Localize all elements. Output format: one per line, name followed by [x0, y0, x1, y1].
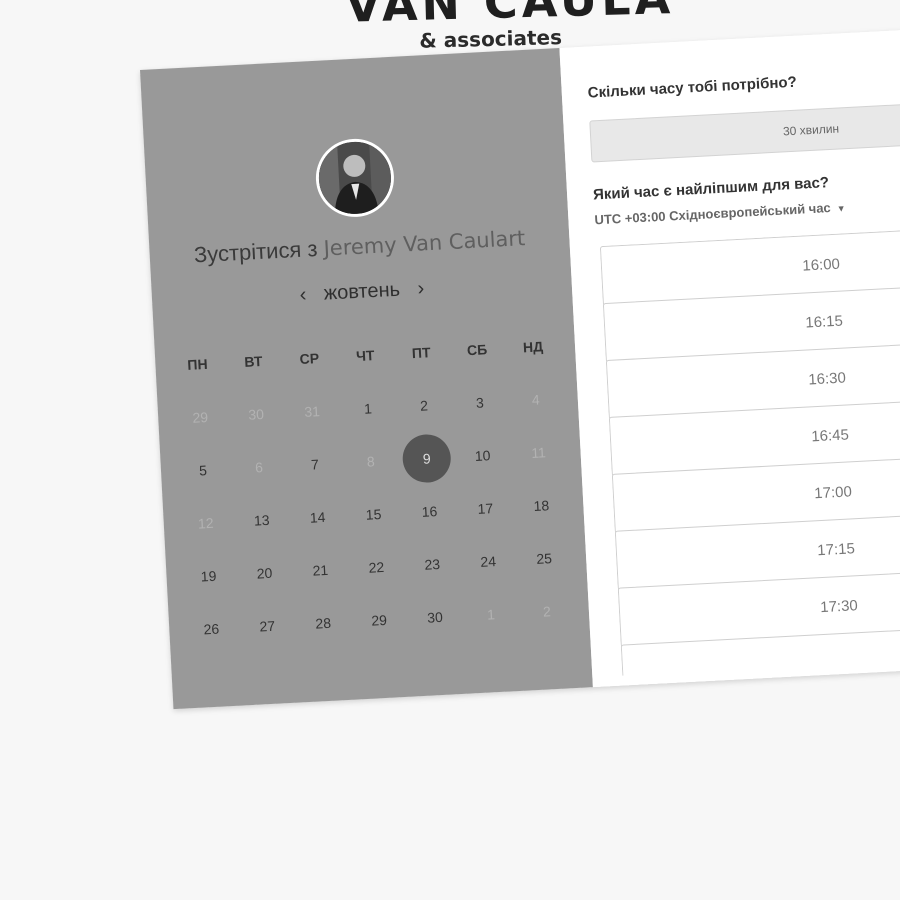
caret-down-icon: ▼: [836, 202, 846, 214]
time-slot-list: 16:00 16:15 16:30 16:45 17:00 17:15 17:3…: [599, 223, 900, 676]
calendar-day-number: 2: [542, 602, 552, 620]
calendar-day-number: 17: [477, 499, 494, 517]
calendar-day-number: 1: [486, 605, 496, 623]
duration-question: Скільки часу тобі потрібно?: [587, 73, 798, 102]
calendar-day[interactable]: 18: [513, 496, 570, 515]
calendar-day-number: 26: [203, 620, 220, 637]
calendar-day-number: 20: [256, 564, 273, 582]
calendar-day: 6: [231, 457, 288, 476]
calendar-day[interactable]: 2: [396, 396, 453, 415]
calendar-day-number: 29: [192, 408, 209, 426]
calendar-day-number: 11: [530, 443, 547, 461]
calendar-day-number: 21: [312, 561, 329, 579]
calendar-day-number: 30: [247, 405, 265, 423]
calendar-day-number: 12: [197, 514, 214, 532]
calendar-day: 2: [518, 601, 575, 620]
month-label: жовтень: [323, 278, 401, 305]
calendar-day-number: 31: [303, 402, 321, 420]
timezone-label: UTC +03:00 Східноєвропейський час: [594, 200, 832, 228]
next-month-button[interactable]: ›: [405, 277, 437, 302]
calendar-day-number: 5: [198, 461, 208, 478]
weekday-label: ПТ: [411, 343, 431, 361]
meet-heading: Зустрітися з Jeremy Van Caulart: [149, 223, 570, 271]
calendar-day-number: 24: [479, 552, 497, 570]
calendar-day-number: 10: [474, 446, 491, 464]
calendar-day-number: 28: [314, 614, 332, 632]
host-name: Jeremy Van Caulart: [323, 226, 526, 261]
calendar-day-number: 30: [426, 608, 444, 626]
calendar-day-number: 18: [533, 496, 550, 514]
booking-card: Зустрітися з Jeremy Van Caulart ‹ жовтен…: [140, 24, 900, 710]
calendar-day-number: 25: [535, 549, 553, 567]
calendar-weeks: 29 30 31 1 2 3 4 5 6 7 8 9 10 11 12 13 14 15 16 17 18 19 20 21 2…: [171, 371, 584, 657]
host-avatar: [313, 136, 396, 219]
calendar-day: 1: [463, 604, 520, 623]
calendar-day[interactable]: 16: [401, 501, 458, 520]
calendar-day-number: 2: [419, 396, 429, 414]
calendar-day[interactable]: 24: [460, 551, 517, 570]
calendar-day[interactable]: 7: [286, 454, 343, 473]
calendar-day[interactable]: 26: [183, 619, 240, 638]
weekday-label: ЧТ: [355, 346, 375, 364]
calendar-day[interactable]: 25: [516, 549, 573, 568]
calendar-day[interactable]: 17: [457, 499, 514, 518]
timezone-select[interactable]: UTC +03:00 Східноєвропейський час ▼: [594, 199, 846, 227]
calendar-day-number: 22: [368, 558, 385, 576]
calendar-day-number: 1: [363, 399, 373, 417]
calendar-day: 12: [177, 513, 234, 532]
calendar-day[interactable]: 30: [407, 607, 464, 626]
calendar-day[interactable]: 15: [345, 504, 402, 523]
calendar-day-number: 4: [531, 391, 541, 408]
calendar-day: 8: [342, 452, 399, 471]
duration-select[interactable]: 30 хвилин: [589, 97, 900, 163]
calendar-day: 11: [510, 443, 567, 462]
calendar-day[interactable]: 3: [451, 393, 508, 412]
calendar-day[interactable]: 22: [348, 557, 405, 576]
calendar-panel: Зустрітися з Jeremy Van Caulart ‹ жовтен…: [140, 48, 593, 710]
calendar-day-number: 13: [253, 511, 270, 529]
calendar-day: 30: [228, 404, 285, 423]
calendar-day[interactable]: 23: [404, 554, 461, 573]
month-navigation: ‹ жовтень ›: [152, 270, 573, 315]
calendar-day[interactable]: 14: [289, 507, 346, 526]
time-question: Який час є найліпшим для вас?: [592, 174, 830, 204]
meet-prefix: Зустрітися з: [193, 235, 319, 268]
calendar-day-number: 19: [200, 567, 217, 585]
calendar-grid: ПН ВТ СР ЧТ ПТ СБ НД 29 30 31 1 2 3 4 5 6 7 8 9 10 11…: [168, 318, 584, 656]
calendar-day[interactable]: 28: [295, 613, 352, 632]
calendar-day[interactable]: 5: [175, 460, 232, 479]
time-panel: Скільки часу тобі потрібно? 30 хвилин Як…: [559, 24, 900, 688]
weekday-label: ВТ: [243, 352, 263, 370]
calendar-day: 29: [172, 407, 229, 426]
calendar-day-number: 29: [370, 611, 388, 629]
calendar-day-number: 8: [366, 452, 376, 470]
calendar-day-number: 23: [424, 555, 441, 573]
calendar-day-number: 16: [421, 502, 438, 520]
calendar-day-number: 27: [259, 617, 276, 634]
calendar-day[interactable]: 1: [340, 399, 397, 418]
calendar-day[interactable]: 20: [236, 563, 293, 582]
calendar-day-number: 15: [365, 505, 382, 523]
calendar-day-number: 14: [309, 508, 326, 526]
calendar-day[interactable]: 29: [351, 610, 408, 629]
weekday-label: ПН: [186, 355, 208, 373]
calendar-day[interactable]: 13: [233, 510, 290, 529]
calendar-day[interactable]: 10: [454, 446, 511, 465]
calendar-day: 31: [284, 402, 341, 421]
calendar-day[interactable]: 21: [292, 560, 349, 579]
prev-month-button[interactable]: ‹: [287, 283, 319, 308]
weekday-label: НД: [522, 337, 544, 355]
calendar-day-number: 6: [254, 458, 264, 476]
weekday-label: СБ: [466, 340, 488, 358]
calendar-day-selected[interactable]: 9: [397, 432, 455, 484]
calendar-day-number: 9: [401, 432, 452, 484]
calendar-day-number: 3: [475, 393, 485, 411]
calendar-day: 4: [507, 390, 564, 409]
calendar-day[interactable]: 19: [180, 566, 237, 585]
calendar-day-number: 7: [310, 455, 320, 473]
calendar-day[interactable]: 27: [239, 616, 296, 635]
weekday-label: СР: [299, 349, 320, 367]
